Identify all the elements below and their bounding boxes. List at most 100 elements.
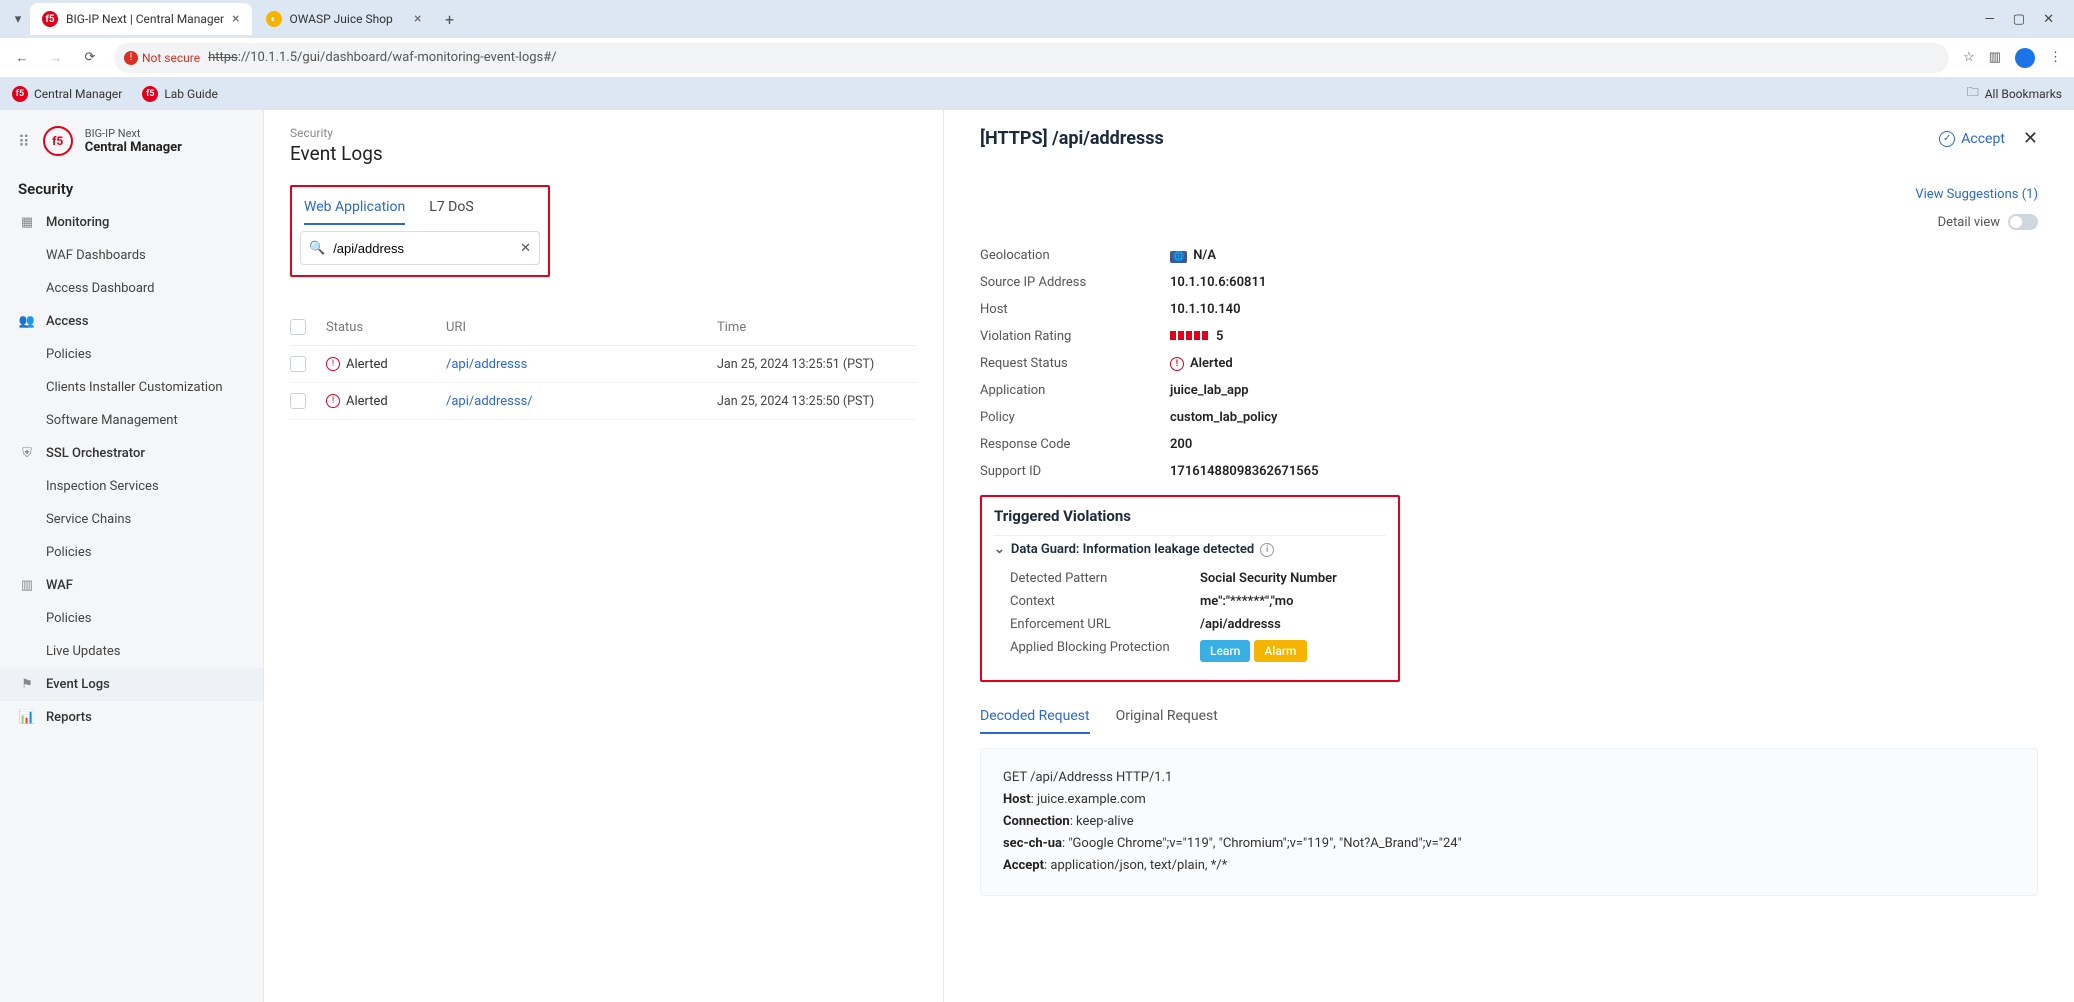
forward-icon: →: [46, 50, 66, 66]
sidebar-item-waf-dashboards[interactable]: WAF Dashboards: [0, 239, 263, 272]
clear-search-icon[interactable]: ✕: [520, 241, 531, 256]
alert-icon: !: [1170, 357, 1184, 371]
bookmark-item[interactable]: f5 Lab Guide: [142, 86, 218, 102]
profile-icon[interactable]: [2015, 48, 2035, 68]
rating-bars-icon: [1170, 331, 1208, 340]
bookmarks-bar: f5 Central Manager f5 Lab Guide 🗀 All Bo…: [0, 78, 2074, 110]
close-window-icon[interactable]: ✕: [2043, 12, 2054, 27]
subtab-l7-dos[interactable]: L7 DoS: [429, 193, 473, 225]
sidebar-item-inspection-services[interactable]: Inspection Services: [0, 470, 263, 503]
sidebar-item-clients-installer[interactable]: Clients Installer Customization: [0, 371, 263, 404]
address-bar[interactable]: ! Not secure https://10.1.1.5/gui/dashbo…: [114, 43, 1949, 73]
apps-grid-icon[interactable]: ⠿: [18, 132, 31, 151]
check-circle-icon: ✓: [1939, 131, 1955, 147]
kv-key-violation-rating: Violation Rating: [980, 329, 1170, 344]
request-line: GET /api/Addresss HTTP/1.1: [1003, 767, 2015, 789]
kv-val-response-code: 200: [1170, 437, 2038, 452]
reload-icon[interactable]: ⟳: [80, 50, 100, 65]
tab-title: BIG-IP Next | Central Manager: [66, 12, 224, 26]
kv-key-response-code: Response Code: [980, 437, 1170, 452]
minimize-icon[interactable]: ―: [1985, 12, 1995, 27]
violations-title: Triggered Violations: [994, 507, 1386, 525]
table-row[interactable]: !Alerted /api/addresss/ Jan 25, 2024 13:…: [290, 383, 917, 420]
violation-expand-row[interactable]: ⌄ Data Guard: Information leakage detect…: [994, 535, 1386, 567]
f5-favicon-icon: f5: [142, 86, 158, 102]
uri-link[interactable]: /api/addresss: [446, 357, 527, 372]
info-icon[interactable]: i: [1260, 543, 1274, 557]
view-suggestions-link[interactable]: View Suggestions (1): [1915, 187, 2038, 202]
maximize-icon[interactable]: ▢: [2013, 12, 2025, 27]
url-text: https://10.1.1.5/gui/dashboard/waf-monit…: [208, 50, 557, 65]
sidebar-item-waf[interactable]: ▥WAF: [0, 569, 263, 602]
sidebar-item-software-mgmt[interactable]: Software Management: [0, 404, 263, 437]
sidebar-item-monitoring[interactable]: ▦Monitoring: [0, 206, 263, 239]
search-input[interactable]: [333, 241, 512, 256]
kebab-menu-icon[interactable]: ⋮: [2049, 50, 2062, 65]
viol-key-applied: Applied Blocking Protection: [1010, 640, 1200, 662]
tab-decoded-request[interactable]: Decoded Request: [980, 700, 1090, 734]
f5-favicon-icon: f5: [42, 11, 58, 27]
kv-key-host: Host: [980, 302, 1170, 317]
tab-dropdown-icon[interactable]: ▾: [8, 12, 28, 27]
accept-button[interactable]: ✓ Accept: [1939, 131, 2005, 147]
kv-val-application: juice_lab_app: [1170, 383, 2038, 398]
not-secure-badge[interactable]: ! Not secure: [124, 51, 200, 65]
chevron-down-icon: ⌄: [994, 542, 1005, 557]
sidebar-item-policies-waf[interactable]: Policies: [0, 602, 263, 635]
time-cell: Jan 25, 2024 13:25:50 (PST): [717, 394, 917, 409]
kv-val-host: 10.1.10.140: [1170, 302, 2038, 317]
row-checkbox[interactable]: [290, 356, 306, 372]
kv-key-geolocation: Geolocation: [980, 248, 1170, 263]
kv-val-violation-rating: 5: [1170, 329, 2038, 344]
uri-link[interactable]: /api/addresss/: [446, 394, 533, 409]
row-checkbox[interactable]: [290, 393, 306, 409]
sidebar-item-policies-ssl[interactable]: Policies: [0, 536, 263, 569]
column-time: Time: [717, 320, 917, 335]
all-bookmarks-button[interactable]: 🗀 All Bookmarks: [1967, 83, 2062, 104]
viol-val-context: me":"******","mo: [1200, 594, 1386, 609]
star-icon[interactable]: ☆: [1963, 50, 1975, 65]
close-detail-icon[interactable]: ✕: [2023, 128, 2038, 149]
sidebar-item-event-logs[interactable]: ⚑Event Logs: [0, 668, 263, 701]
sidebar-item-policies[interactable]: Policies: [0, 338, 263, 371]
tab-original-request[interactable]: Original Request: [1116, 700, 1218, 734]
sidebar: ⠿ f5 BIG-IP Next Central Manager Securit…: [0, 110, 264, 1002]
sidebar-item-live-updates[interactable]: Live Updates: [0, 635, 263, 668]
viol-key-context: Context: [1010, 594, 1200, 609]
tab-close-icon[interactable]: ×: [232, 11, 239, 27]
detail-pane: [HTTPS] /api/addresss ✓ Accept ✕ View Su…: [944, 110, 2074, 1002]
tab-title: OWASP Juice Shop: [290, 12, 407, 26]
detail-title: [HTTPS] /api/addresss: [980, 128, 1164, 149]
subtab-web-application[interactable]: Web Application: [304, 193, 405, 225]
breadcrumb: Security: [290, 126, 917, 140]
select-all-checkbox[interactable]: [290, 319, 306, 335]
sidebar-item-access-dashboard[interactable]: Access Dashboard: [0, 272, 263, 305]
sidebar-item-service-chains[interactable]: Service Chains: [0, 503, 263, 536]
chart-icon: 📊: [18, 710, 36, 725]
column-uri: URI: [446, 320, 717, 335]
f5-logo-icon: f5: [43, 126, 73, 156]
flag-icon: ⚑: [18, 677, 36, 692]
kv-val-policy: custom_lab_policy: [1170, 410, 2038, 425]
kv-key-application: Application: [980, 383, 1170, 398]
tab-close-icon[interactable]: ×: [414, 11, 421, 27]
browser-tab-active[interactable]: f5 BIG-IP Next | Central Manager ×: [30, 3, 252, 35]
violations-highlight-box: Triggered Violations ⌄ Data Guard: Infor…: [980, 495, 1400, 682]
detail-view-label: Detail view: [1938, 215, 2000, 230]
detail-view-toggle[interactable]: [2008, 214, 2038, 230]
browser-tab[interactable]: ◐ OWASP Juice Shop ×: [254, 3, 434, 35]
back-icon[interactable]: ←: [12, 50, 32, 66]
kv-val-source-ip: 10.1.10.6:60811: [1170, 275, 2038, 290]
shield-icon: ⛨: [18, 446, 36, 461]
panel-icon[interactable]: ▥: [1989, 50, 2001, 65]
table-row[interactable]: !Alerted /api/addresss Jan 25, 2024 13:2…: [290, 346, 917, 383]
viol-val-pattern: Social Security Number: [1200, 571, 1386, 586]
sidebar-item-access[interactable]: 👥Access: [0, 305, 263, 338]
sidebar-item-ssl-orchestrator[interactable]: ⛨SSL Orchestrator: [0, 437, 263, 470]
sidebar-section-title: Security: [0, 166, 263, 206]
sidebar-item-reports[interactable]: 📊Reports: [0, 701, 263, 734]
bookmark-item[interactable]: f5 Central Manager: [12, 86, 122, 102]
new-tab-button[interactable]: +: [436, 5, 464, 33]
alert-icon: !: [326, 394, 340, 408]
brand-text: BIG-IP Next Central Manager: [85, 127, 182, 155]
